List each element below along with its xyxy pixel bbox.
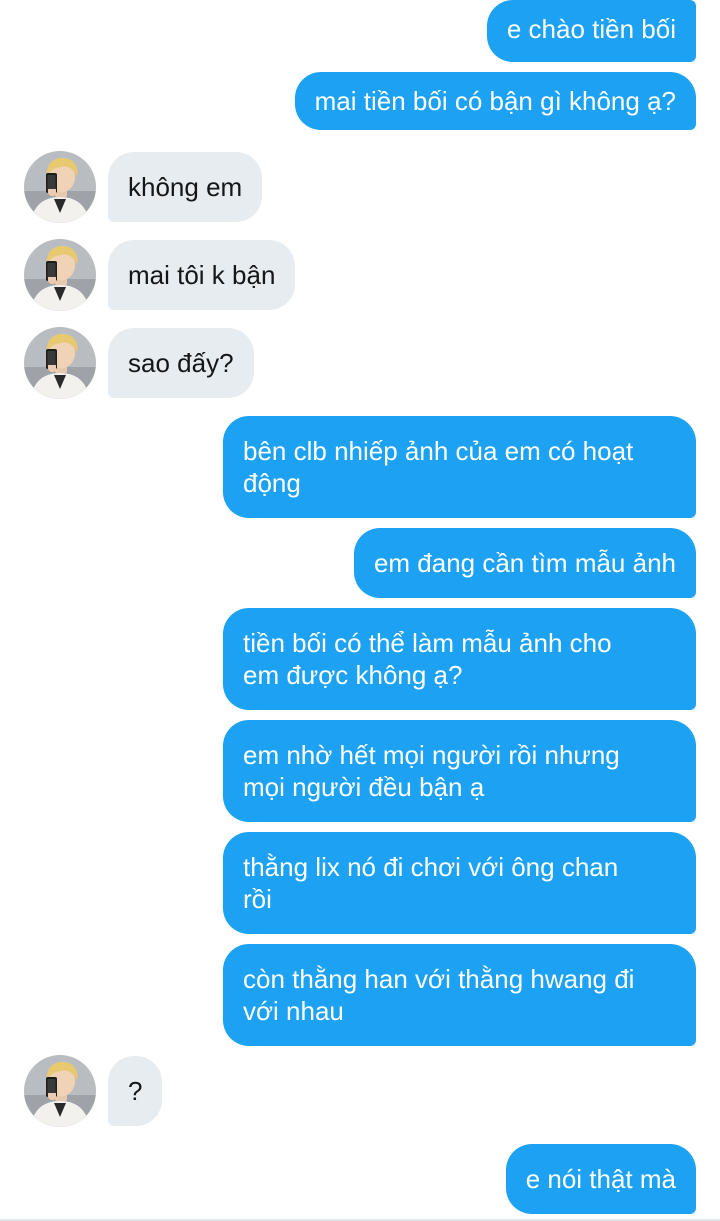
message-bubble-outgoing[interactable]: em nhờ hết mọi người rồi nhưng mọi người… <box>223 720 696 822</box>
message-bubble-outgoing[interactable]: bên clb nhiếp ảnh của em có hoạt động <box>223 416 696 518</box>
contact-avatar[interactable] <box>24 327 96 399</box>
message-bubble-incoming[interactable]: mai tôi k bận <box>108 240 296 310</box>
message-bubble-outgoing[interactable]: tiền bối có thể làm mẫu ảnh cho em được … <box>223 608 696 710</box>
message-bubble-outgoing[interactable]: còn thằng han với thằng hwang đi với nha… <box>223 944 696 1046</box>
contact-avatar[interactable] <box>24 1055 96 1127</box>
contact-avatar[interactable] <box>24 239 96 311</box>
message-bubble-incoming[interactable]: không em <box>108 152 263 222</box>
message-bubble-outgoing[interactable]: thằng lix nó đi chơi với ông chan rồi <box>223 832 696 934</box>
message-bubble-outgoing[interactable]: mai tiền bối có bận gì không ạ? <box>294 72 696 130</box>
message-bubble-incoming[interactable]: ? <box>108 1056 163 1126</box>
message-bubble-outgoing[interactable]: e chào tiền bối <box>486 0 696 62</box>
message-bubble-outgoing[interactable]: e nói thật mà <box>505 1144 696 1214</box>
chat-thread: e chào tiền bối mai tiền bối có bận gì k… <box>0 0 720 1221</box>
message-bubble-outgoing[interactable]: em đang cần tìm mẫu ảnh <box>353 528 696 598</box>
contact-avatar[interactable] <box>24 151 96 223</box>
message-bubble-incoming[interactable]: sao đấy? <box>108 328 254 398</box>
